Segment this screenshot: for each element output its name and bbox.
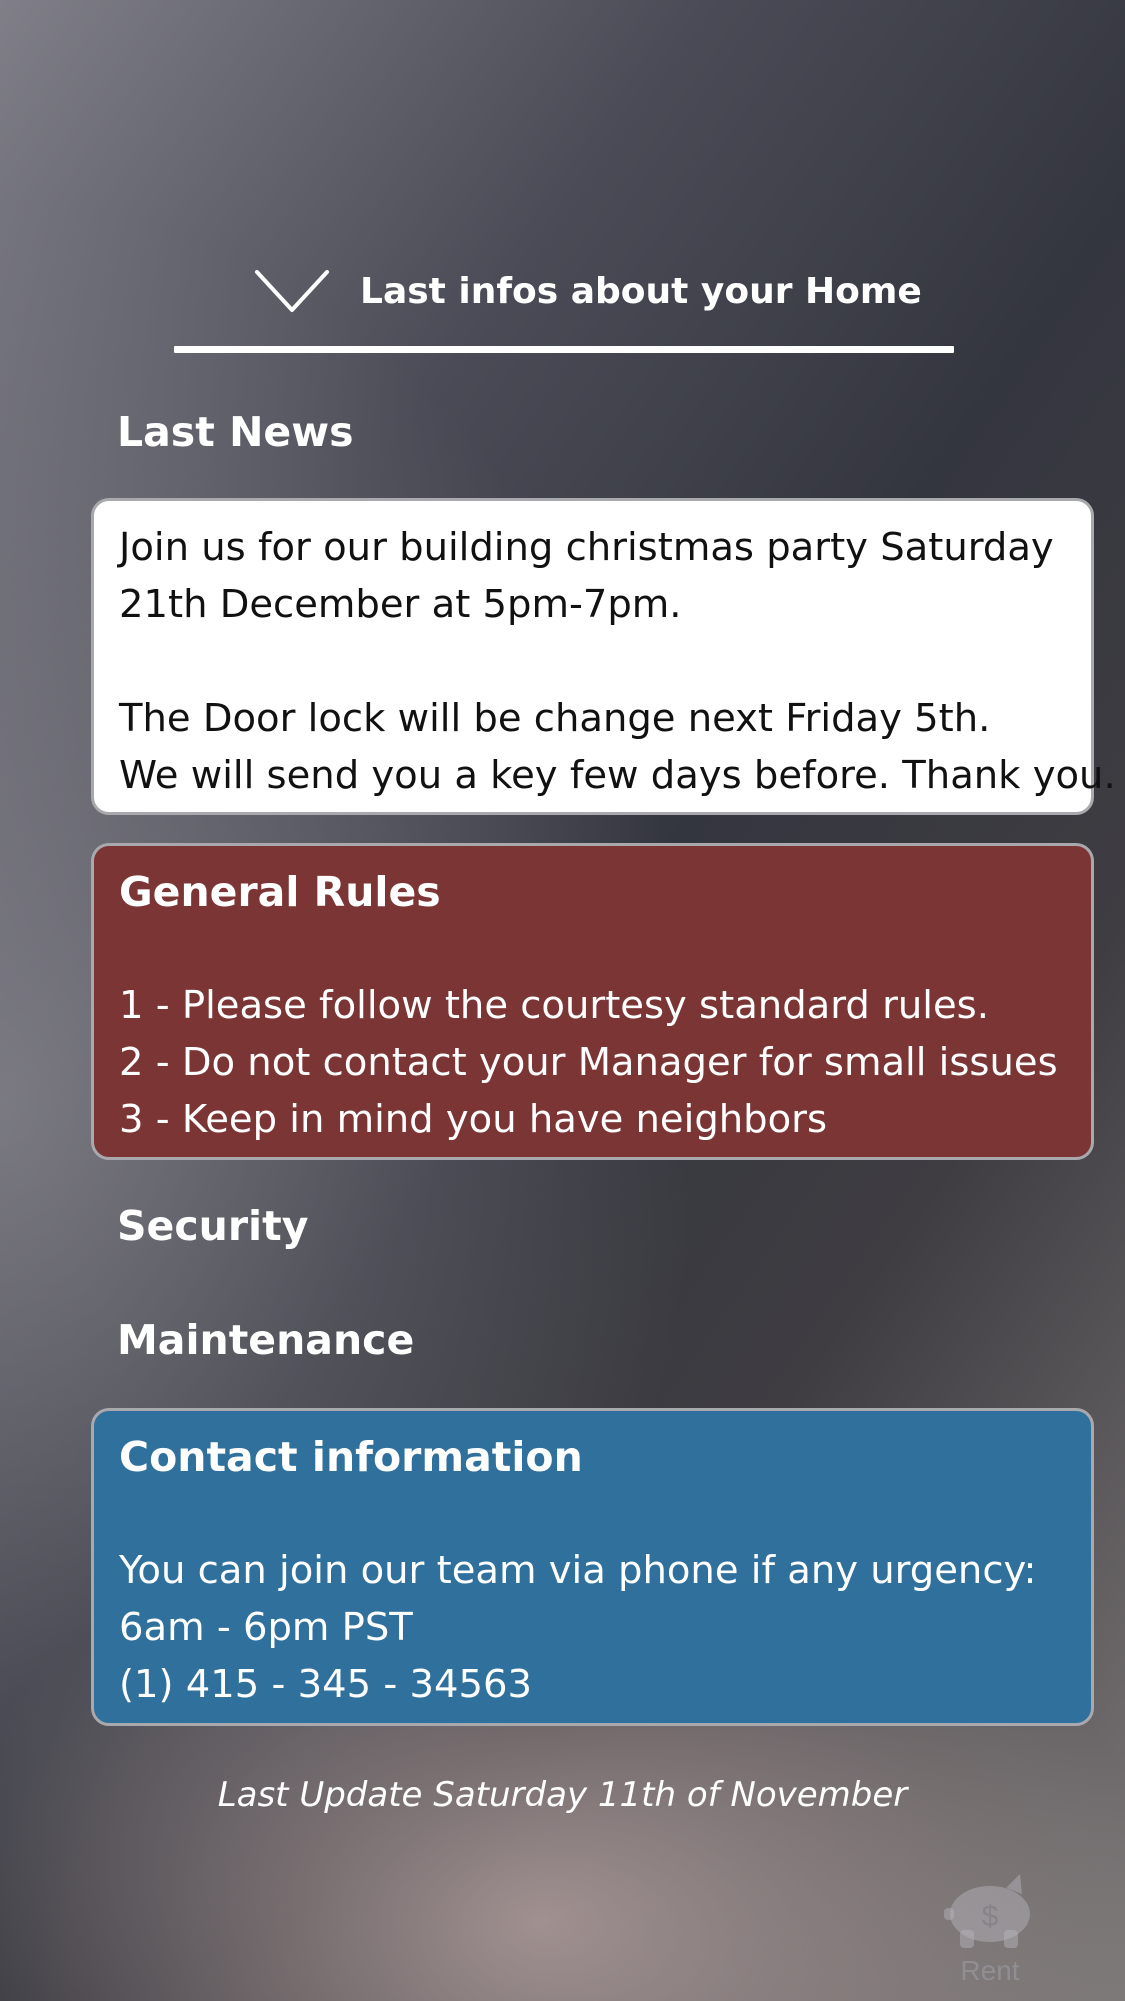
header-underline (174, 346, 954, 353)
security-section-heading[interactable]: Security (117, 1198, 308, 1254)
news-line: We will send you a key few days before. … (119, 753, 1116, 798)
news-line: Join us for our building christmas party… (119, 525, 1054, 570)
piggy-bank-icon: $ (944, 1874, 1030, 1948)
tab-rent-label: Rent (960, 1955, 1020, 1986)
svg-text:$: $ (982, 1900, 999, 1933)
rule-line: 2 - Do not contact your Manager for smal… (119, 1040, 1058, 1085)
contact-phone[interactable]: (1) 415 - 345 - 34563 (119, 1656, 1091, 1713)
news-blank-line (119, 633, 1091, 690)
last-news-card: Join us for our building christmas party… (91, 498, 1116, 815)
news-line: 21th December at 5pm-7pm. (119, 582, 682, 627)
contact-blank-line (119, 1485, 1091, 1542)
contact-line: You can join our team via phone if any u… (119, 1548, 1037, 1593)
general-rules-card: General Rules 1 - Please follow the cour… (91, 843, 1094, 1160)
rules-blank-line (119, 920, 1091, 977)
rule-line: 3 - Keep in mind you have neighbors (119, 1097, 828, 1142)
contact-heading: Contact information (119, 1433, 583, 1481)
last-update-text: Last Update Saturday 11th of November (217, 1775, 908, 1815)
info-header: Last infos about your Home (0, 0, 1125, 360)
news-line: The Door lock will be change next Friday… (119, 696, 991, 741)
contact-hours: 6am - 6pm PST (119, 1605, 413, 1650)
tab-rent[interactable]: $ Rent (930, 1865, 1050, 2001)
maintenance-section-heading[interactable]: Maintenance (117, 1312, 414, 1368)
header-title: Last infos about your Home (360, 271, 922, 312)
chevron-down-icon[interactable] (254, 268, 330, 316)
general-rules-heading: General Rules (119, 868, 441, 916)
contact-info-card: Contact information You can join our tea… (91, 1408, 1094, 1726)
last-news-heading: Last News (117, 408, 354, 456)
rule-line: 1 - Please follow the courtesy standard … (119, 983, 989, 1028)
